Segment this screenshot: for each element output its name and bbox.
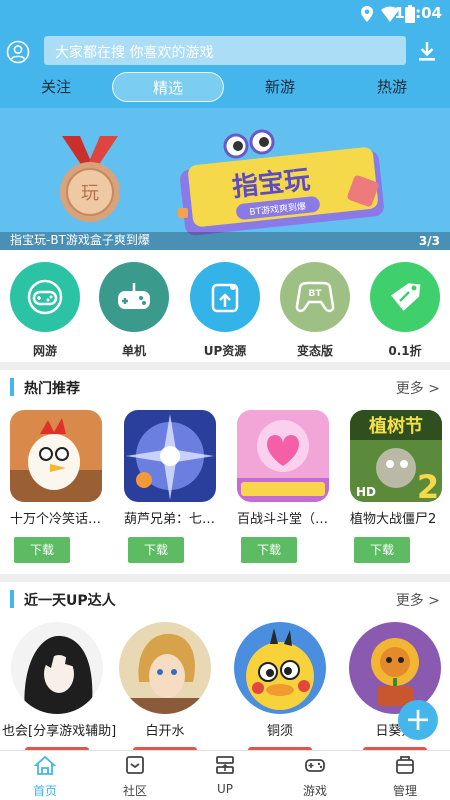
game-icon-badge: HD — [356, 485, 376, 499]
category-label: 0.1折 — [388, 344, 422, 358]
game-card[interactable]: 葫芦兄弟：七… 下载 — [124, 410, 220, 563]
game-card[interactable]: 百战斗斗堂（… 下载 — [237, 410, 333, 563]
up-section-header: 近一天UP达人 更多 > — [0, 582, 450, 618]
banner-title: 指宝玩-BT游戏盒子爽到爆 — [10, 233, 150, 247]
tab-featured[interactable]: 精选 — [112, 72, 224, 102]
section-accent-bar — [10, 378, 14, 396]
nav-community[interactable]: 社区 — [100, 755, 170, 799]
download-button[interactable]: 下载 — [14, 537, 70, 563]
up-section-title: 近一天UP达人 — [24, 593, 116, 609]
banner-page-indicator: 3/3 — [418, 234, 440, 248]
avatar — [119, 622, 211, 714]
category-label: 网游 — [32, 344, 57, 358]
home-icon — [33, 755, 57, 775]
top-tabs: 关注 精选 新游 热游 — [0, 72, 450, 104]
hot-section-header: 热门推荐 更多 > — [0, 370, 450, 406]
header: 10:04 大家都在搜 你喜欢的游戏 关注 精选 新游 热游 — [0, 0, 450, 108]
up-user-card[interactable]: 也会[分享游戏辅助] — [2, 622, 117, 769]
medal-text: 玩 — [81, 183, 99, 204]
up-more-link[interactable]: 更多 > — [396, 590, 440, 610]
hot-section-title: 热门推荐 — [24, 381, 80, 397]
nav-label: 首页 — [32, 784, 57, 798]
category-up-resources[interactable]: UP资源 — [188, 262, 262, 359]
game-icon — [124, 410, 216, 502]
up-user-name: 白开水 — [145, 724, 185, 739]
category-discount[interactable]: 0.1折 — [368, 262, 442, 359]
nav-label: 游戏 — [302, 784, 327, 798]
up-user-card[interactable]: 铜须 — [225, 622, 335, 769]
nav-label: 管理 — [392, 784, 417, 798]
discount-tag-icon — [370, 262, 440, 332]
nav-label: UP — [216, 782, 234, 796]
joystick-icon — [99, 262, 169, 332]
section-divider — [0, 362, 450, 370]
category-label: 变态版 — [296, 344, 333, 358]
nav-label: 社区 — [122, 784, 147, 798]
search-placeholder: 大家都在搜 你喜欢的游戏 — [55, 45, 214, 61]
promo-banner[interactable]: 玩 指宝玩 BT游戏爽到爆 指宝玩-BT游戏盒子爽到爆 3/3 — [0, 108, 450, 250]
avatar — [234, 622, 326, 714]
game-name: 葫芦兄弟：七… — [124, 512, 216, 527]
up-user-card[interactable]: 白开水 — [110, 622, 220, 769]
section-accent-bar — [10, 590, 14, 608]
status-bar: 10:04 — [0, 0, 450, 28]
download-button[interactable]: 下载 — [128, 537, 184, 563]
game-name: 植物大战僵尸2 — [350, 512, 437, 527]
hot-more-link[interactable]: 更多 > — [396, 378, 440, 398]
game-name: 十万个冷笑话… — [10, 512, 102, 527]
bt-gamepad-icon: BT — [280, 262, 350, 332]
download-button[interactable]: 下载 — [241, 537, 297, 563]
up-user-card[interactable]: 日葵姐 — [340, 622, 450, 769]
avatar — [11, 622, 103, 714]
up-user-name: 也会[分享游戏辅助] — [2, 724, 117, 739]
category-online-games[interactable]: 网游 — [8, 262, 82, 359]
bottom-nav: 首页 社区 UP 游戏 管理 — [0, 750, 450, 800]
category-modded[interactable]: BT 变态版 — [278, 262, 352, 359]
tab-hot-games[interactable]: 热游 — [356, 72, 428, 102]
game-card[interactable]: 植树节 HD 2 植物大战僵尸2 下载 — [350, 410, 446, 563]
up-user-name: 铜须 — [266, 724, 293, 739]
add-fab-button[interactable]: + — [398, 700, 438, 740]
category-single-player[interactable]: 单机 — [97, 262, 171, 359]
nav-games[interactable]: 游戏 — [280, 755, 350, 799]
tab-new-games[interactable]: 新游 — [244, 72, 316, 102]
location-icon — [361, 6, 373, 22]
gamepad-icon — [10, 262, 80, 332]
svg-text:BT: BT — [309, 289, 323, 299]
user-avatar-icon[interactable] — [6, 40, 30, 64]
status-time: 10:04 — [394, 4, 442, 22]
nav-manage[interactable]: 管理 — [370, 755, 440, 799]
section-divider — [0, 574, 450, 582]
download-button[interactable]: 下载 — [354, 537, 410, 563]
game-icon-title: 植树节 — [369, 415, 423, 437]
banner-art: 玩 指宝玩 BT游戏爽到爆 — [0, 108, 450, 250]
up-icon — [216, 756, 234, 774]
community-icon — [126, 756, 144, 774]
nav-home[interactable]: 首页 — [10, 755, 80, 799]
game-card[interactable]: 十万个冷笑话… 下载 — [10, 410, 106, 563]
category-label: 单机 — [121, 344, 146, 358]
search-row: 大家都在搜 你喜欢的游戏 — [0, 36, 450, 68]
tab-follow[interactable]: 关注 — [20, 72, 92, 102]
gamepad-nav-icon — [305, 759, 325, 772]
game-icon: 植树节 HD 2 — [350, 410, 442, 502]
category-label: UP资源 — [203, 344, 247, 358]
manage-icon — [396, 756, 414, 774]
download-icon[interactable] — [416, 40, 438, 62]
game-icon-number: 2 — [417, 468, 439, 502]
app-screen: 10:04 大家都在搜 你喜欢的游戏 关注 精选 新游 热游 玩 指宝玩 BT游… — [0, 0, 450, 800]
share-icon — [190, 262, 260, 332]
game-name: 百战斗斗堂（… — [237, 512, 329, 527]
game-icon — [237, 410, 329, 502]
nav-up[interactable]: UP — [190, 755, 260, 796]
category-grid: 网游 单机 UP资源 BT 变态版 0.1折 — [0, 250, 450, 362]
game-icon — [10, 410, 102, 502]
